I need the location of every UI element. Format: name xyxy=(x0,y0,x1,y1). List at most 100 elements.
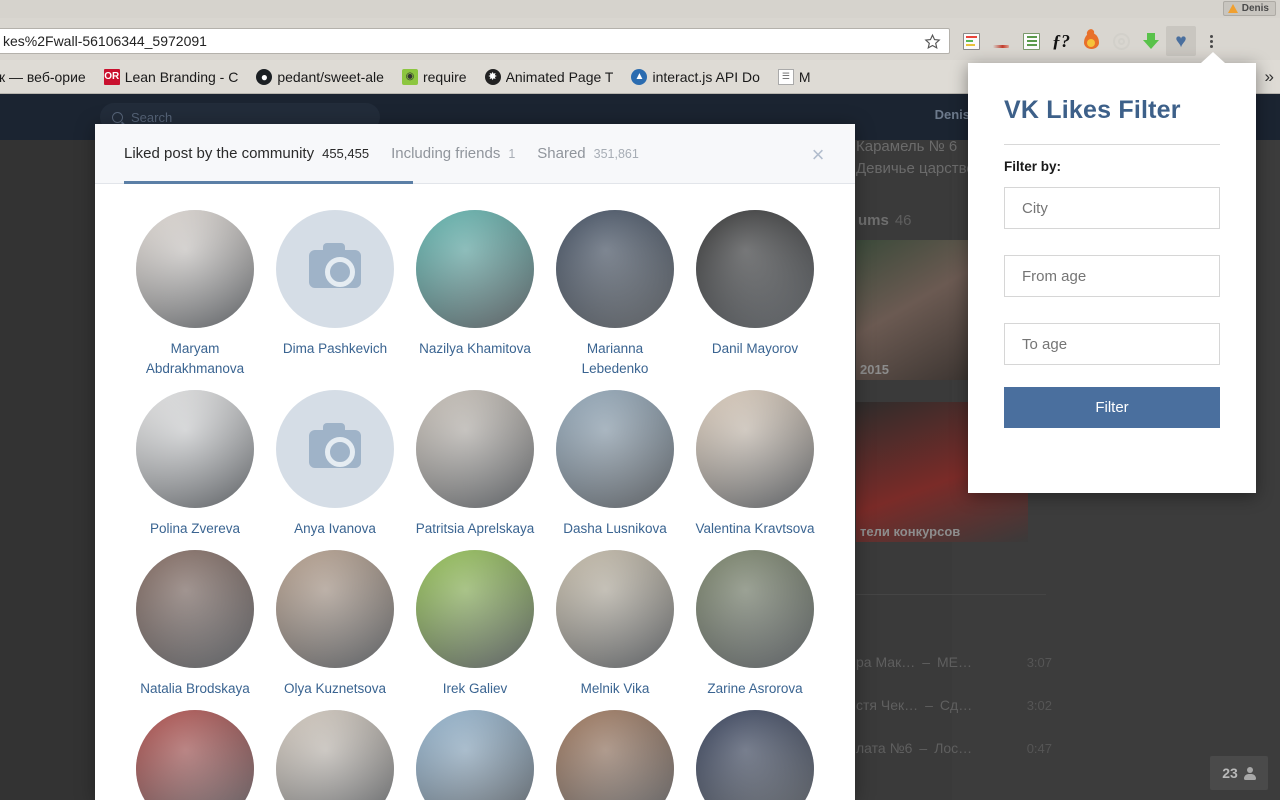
avatar[interactable] xyxy=(696,550,814,668)
vk-likes-filter-extension-icon[interactable]: ♥ xyxy=(1166,26,1196,56)
avatar[interactable] xyxy=(136,390,254,508)
person-name[interactable]: Marianna Lebedenko xyxy=(553,339,677,379)
avatar[interactable] xyxy=(276,710,394,800)
person-name[interactable]: Melnik Vika xyxy=(553,679,677,699)
bookmark-item[interactable]: ✸ Animated Page T xyxy=(476,64,623,90)
tab-count: 351,861 xyxy=(593,146,639,161)
likes-modal: Liked post by the community 455,455 Incl… xyxy=(95,124,855,800)
person-name[interactable]: Polina Zvereva xyxy=(133,519,257,539)
like-person-cell[interactable] xyxy=(405,710,545,800)
vk-audio-row[interactable]: стя Чек… – Сд… 3:02 xyxy=(856,697,1052,713)
like-person-cell[interactable]: Marianna Lebedenko xyxy=(545,210,685,379)
tab-liked-by-community[interactable]: Liked post by the community 455,455 xyxy=(124,124,369,184)
person-name[interactable]: Zarine Asrorova xyxy=(693,679,817,699)
person-name[interactable]: Olya Kuznetsova xyxy=(273,679,397,699)
bookmark-item[interactable]: ◉ require xyxy=(393,64,476,90)
city-input[interactable] xyxy=(1004,187,1220,229)
person-name[interactable]: Danil Mayorov xyxy=(693,339,817,359)
avatar[interactable] xyxy=(276,550,394,668)
like-person-cell[interactable] xyxy=(685,710,825,800)
like-person-cell[interactable]: Melnik Vika xyxy=(545,550,685,699)
avatar[interactable] xyxy=(556,550,674,668)
bookmark-item[interactable]: ▲ interact.js API Do xyxy=(622,64,768,90)
from-age-input[interactable] xyxy=(1004,255,1220,297)
avatar[interactable] xyxy=(556,710,674,800)
vk-photo-caption: 2015 xyxy=(860,362,889,377)
avatar-photo xyxy=(556,390,674,508)
avatar[interactable] xyxy=(696,710,814,800)
fq-extension-glyph: ƒ? xyxy=(1052,30,1070,51)
thin-line-extension-icon[interactable] xyxy=(986,26,1016,56)
person-name[interactable]: Natalia Brodskaya xyxy=(133,679,257,699)
like-person-cell[interactable] xyxy=(265,710,405,800)
bookmark-label: M xyxy=(798,68,811,85)
like-person-cell[interactable]: Danil Mayorov xyxy=(685,210,825,379)
avatar[interactable] xyxy=(136,710,254,800)
tab-including-friends[interactable]: Including friends 1 xyxy=(391,124,515,184)
avatar[interactable] xyxy=(136,210,254,328)
like-person-cell[interactable]: Anya Ivanova xyxy=(265,390,405,539)
bookmark-item[interactable]: ☰ M xyxy=(769,64,820,90)
bookmark-item[interactable]: ● pedant/sweet-ale xyxy=(247,64,393,90)
like-person-cell[interactable]: Olya Kuznetsova xyxy=(265,550,405,699)
bookmark-item[interactable]: OR Lean Branding - С xyxy=(95,64,248,90)
bookmark-favicon: ● xyxy=(256,68,273,85)
list-extension-icon[interactable] xyxy=(956,26,986,56)
address-bar[interactable]: kes%2Fwall-56106344_5972091 xyxy=(0,28,950,54)
vk-audio-dash: – xyxy=(922,654,930,670)
online-count-badge[interactable]: 23 xyxy=(1210,756,1268,790)
avatar[interactable] xyxy=(416,710,534,800)
vk-albums-row[interactable]: ums 46 xyxy=(858,212,912,229)
person-name[interactable]: Maryam Abdrakhmanova xyxy=(133,339,257,379)
avatar[interactable] xyxy=(416,550,534,668)
avatar[interactable] xyxy=(696,390,814,508)
person-name[interactable]: Dima Pashkevich xyxy=(273,339,397,359)
like-person-cell[interactable]: Nazilya Khamitova xyxy=(405,210,545,379)
vk-audio-dash: – xyxy=(919,740,928,756)
like-person-cell[interactable]: Dima Pashkevich xyxy=(265,210,405,379)
close-icon[interactable]: × xyxy=(805,142,831,168)
vk-user-name[interactable]: Denis xyxy=(935,107,970,122)
like-person-cell[interactable] xyxy=(545,710,685,800)
tab-shared[interactable]: Shared 351,861 xyxy=(537,124,639,184)
vk-group-line[interactable]: Карамель № 6 xyxy=(856,138,957,155)
bookmark-item[interactable]: к — веб-орие xyxy=(0,64,95,90)
avatar[interactable] xyxy=(696,210,814,328)
person-name[interactable]: Patritsia Aprelskaya xyxy=(413,519,537,539)
bookmarks-overflow-button[interactable]: » xyxy=(1265,67,1274,87)
avatar[interactable] xyxy=(556,210,674,328)
vk-audio-row[interactable]: ра Мак… – МЕ… 3:07 xyxy=(856,654,1052,670)
ring-extension-icon[interactable] xyxy=(1106,26,1136,56)
vk-group-line[interactable]: Девичье царство xyxy=(856,160,975,177)
person-name[interactable]: Valentina Kravtsova xyxy=(693,519,817,539)
person-name[interactable]: Anya Ivanova xyxy=(273,519,397,539)
avatar[interactable] xyxy=(276,390,394,508)
like-person-cell[interactable]: Maryam Abdrakhmanova xyxy=(125,210,265,379)
document-extension-icon[interactable] xyxy=(1016,26,1046,56)
like-person-cell[interactable]: Valentina Kravtsova xyxy=(685,390,825,539)
like-person-cell[interactable]: Polina Zvereva xyxy=(125,390,265,539)
os-taskbar-item[interactable]: Denis xyxy=(1222,1,1276,16)
avatar[interactable] xyxy=(416,390,534,508)
person-name[interactable]: Nazilya Khamitova xyxy=(413,339,537,359)
avatar[interactable] xyxy=(556,390,674,508)
fire-extension-icon[interactable] xyxy=(1076,26,1106,56)
like-person-cell[interactable]: Dasha Lusnikova xyxy=(545,390,685,539)
avatar[interactable] xyxy=(276,210,394,328)
avatar[interactable] xyxy=(136,550,254,668)
like-person-cell[interactable]: Natalia Brodskaya xyxy=(125,550,265,699)
like-person-cell[interactable] xyxy=(125,710,265,800)
like-person-cell[interactable]: Patritsia Aprelskaya xyxy=(405,390,545,539)
person-name[interactable]: Irek Galiev xyxy=(413,679,537,699)
star-icon[interactable] xyxy=(915,29,949,53)
person-name[interactable]: Dasha Lusnikova xyxy=(553,519,677,539)
like-person-cell[interactable]: Zarine Asrorova xyxy=(685,550,825,699)
address-bar-url[interactable]: kes%2Fwall-56106344_5972091 xyxy=(0,33,915,49)
like-person-cell[interactable]: Irek Galiev xyxy=(405,550,545,699)
download-extension-icon[interactable] xyxy=(1136,26,1166,56)
to-age-input[interactable] xyxy=(1004,323,1220,365)
vk-audio-row[interactable]: лата №6 – Лос… 0:47 xyxy=(856,740,1052,756)
filter-submit-button[interactable]: Filter xyxy=(1004,387,1220,428)
fq-extension-icon[interactable]: ƒ? xyxy=(1046,26,1076,56)
avatar[interactable] xyxy=(416,210,534,328)
